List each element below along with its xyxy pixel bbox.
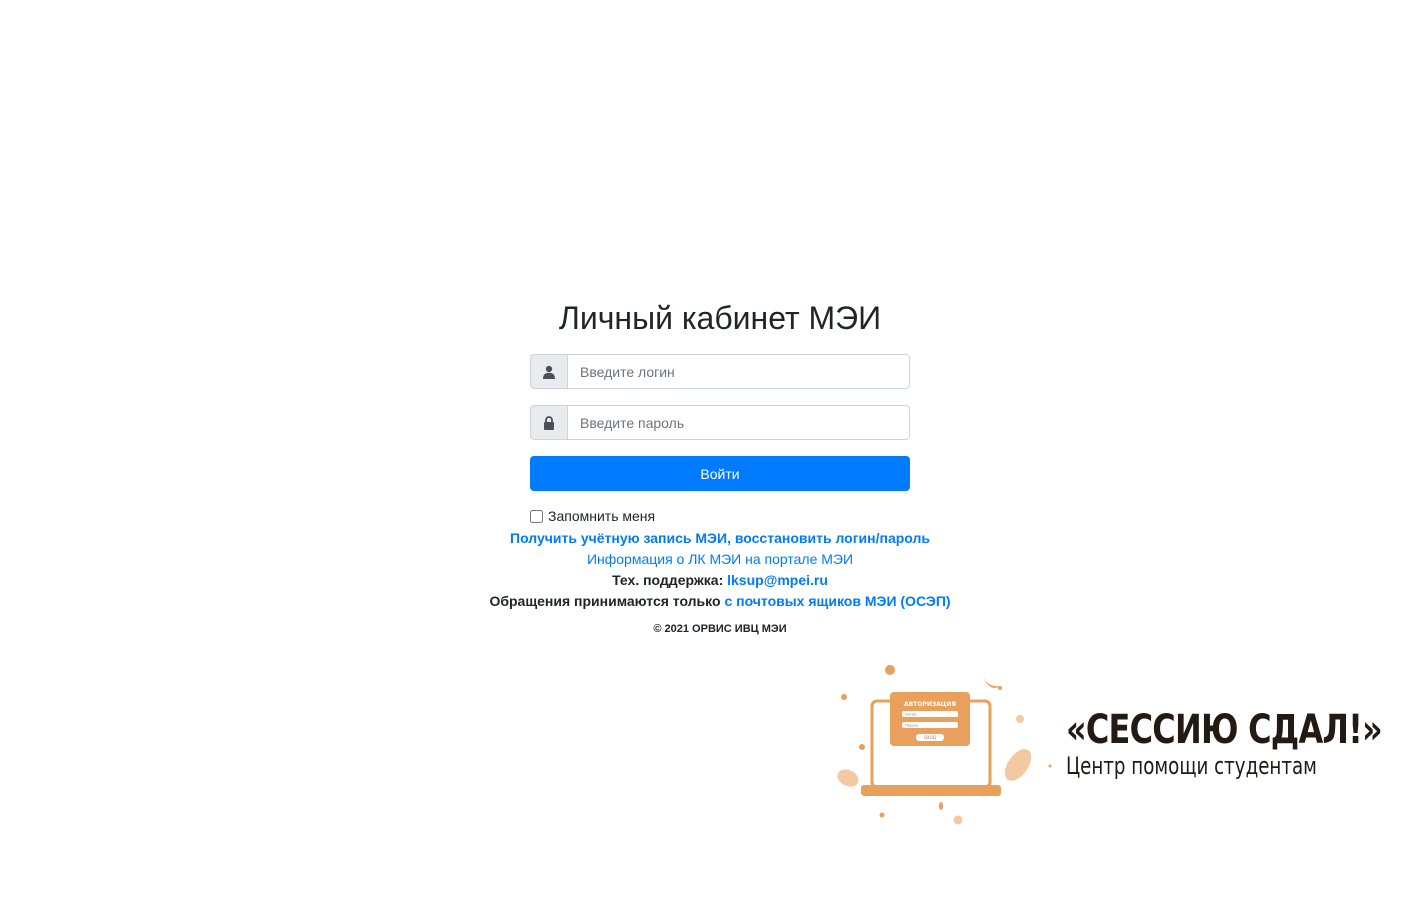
remember-me-checkbox[interactable] bbox=[530, 509, 543, 523]
support-label: Тех. поддержка: bbox=[612, 572, 724, 588]
laptop-illustration-icon: АВТОРИЗАЦИЯ Логин Пароль ВХОД bbox=[837, 665, 1052, 825]
copyright: © 2021 ОРВИС ИВЦ МЭИ bbox=[653, 623, 787, 635]
help-links: Получить учётную запись МЭИ, восстановит… bbox=[0, 528, 1422, 612]
requests-label: Обращения принимаются только bbox=[489, 593, 721, 609]
get-account-link[interactable]: Получить учётную запись МЭИ, восстановит… bbox=[510, 530, 930, 546]
info-link[interactable]: Информация о ЛК МЭИ на портале МЭИ bbox=[587, 551, 853, 567]
requests-link[interactable]: с почтовых ящиков МЭИ (ОСЭП) bbox=[724, 593, 950, 609]
login-input-group bbox=[530, 354, 910, 389]
svg-text:ВХОД: ВХОД bbox=[924, 735, 936, 740]
login-button[interactable]: Войти bbox=[530, 456, 910, 491]
login-input[interactable] bbox=[567, 354, 910, 389]
support-email-link[interactable]: lksup@mpei.ru bbox=[727, 572, 828, 588]
svg-text:АВТОРИЗАЦИЯ: АВТОРИЗАЦИЯ bbox=[904, 701, 956, 708]
svg-text:Логин: Логин bbox=[905, 713, 916, 717]
requests-row: Обращения принимаются только с почтовых … bbox=[0, 591, 1422, 612]
user-icon bbox=[530, 354, 567, 389]
promo-title: «СЕССИЮ СДАЛ!» bbox=[1066, 707, 1383, 753]
svg-text:Пароль: Пароль bbox=[905, 724, 918, 728]
password-input-group bbox=[530, 405, 910, 440]
password-input[interactable] bbox=[567, 405, 910, 440]
lock-icon bbox=[530, 405, 567, 440]
support-row: Тех. поддержка: lksup@mpei.ru bbox=[0, 570, 1422, 591]
promo-watermark: АВТОРИЗАЦИЯ Логин Пароль ВХОД «СЕССИЮ СД… bbox=[830, 655, 1400, 830]
remember-me-label: Запомнить меня bbox=[548, 508, 656, 524]
page-title: Личный кабинет МЭИ bbox=[558, 300, 882, 336]
remember-me[interactable]: Запомнить меня bbox=[530, 508, 655, 524]
login-form: Личный кабинет МЭИ Войти bbox=[530, 296, 910, 491]
login-page: Личный кабинет МЭИ Войти Запомнить bbox=[0, 0, 1422, 899]
promo-subtitle: Центр помощи студентам bbox=[1066, 752, 1317, 780]
